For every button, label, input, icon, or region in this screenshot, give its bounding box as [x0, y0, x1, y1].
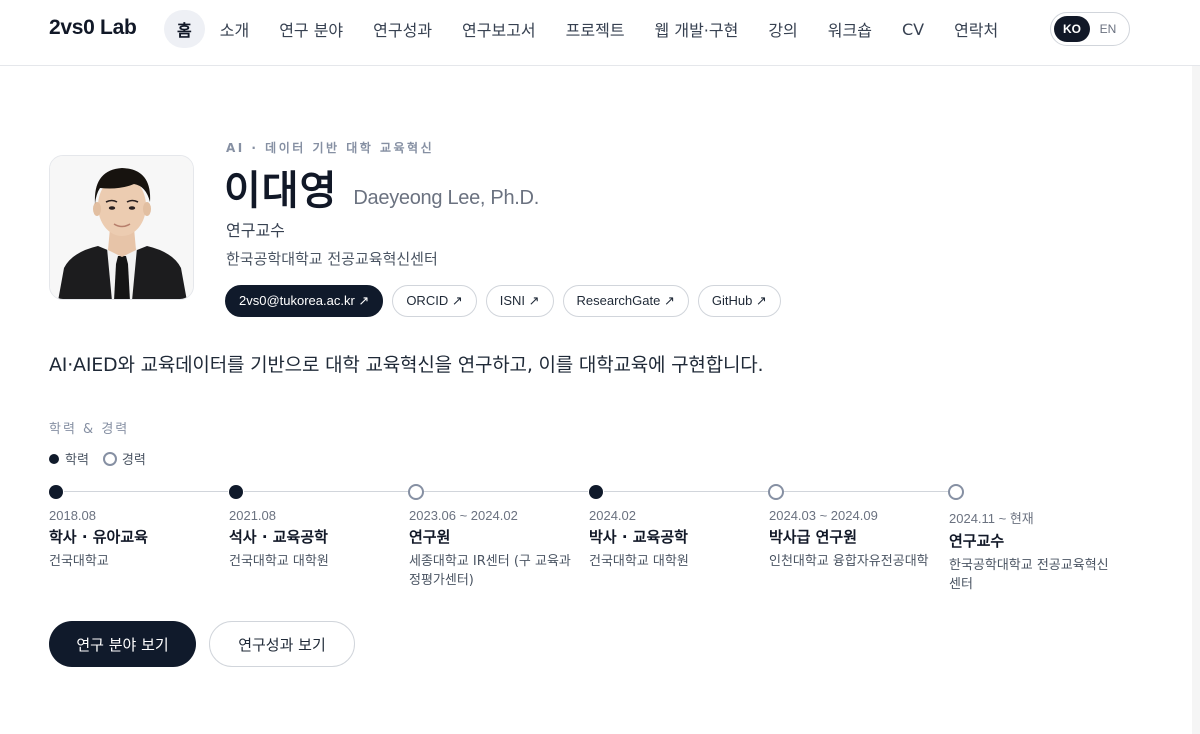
- profile-eyebrow: AI · 데이터 기반 대학 교육혁신: [226, 141, 435, 155]
- timeline-title: 학력 & 경력: [49, 422, 130, 437]
- timeline-legend: 학력 경력: [49, 449, 146, 468]
- lang-en-button[interactable]: EN: [1090, 16, 1126, 42]
- site-logo[interactable]: 2vs0 Lab: [49, 16, 137, 40]
- view-publications-button[interactable]: 연구성과 보기: [209, 621, 355, 667]
- timeline-item: 2024.02 박사 · 교육공학 건국대학교 대학원: [589, 508, 757, 571]
- isni-link[interactable]: ISNI ↗: [485, 285, 554, 317]
- profile-role: 연구교수: [226, 221, 285, 240]
- timeline-heading: 석사 · 교육공학: [229, 528, 328, 546]
- timeline-place: 건국대학교 대학원: [229, 554, 329, 569]
- page-scrollbar[interactable]: [1192, 66, 1200, 734]
- nav-item-contact[interactable]: 연락처: [939, 10, 1013, 48]
- timeline-item: 2024.11 ~ 현재 연구교수 한국공학대학교 전공교육혁신센터: [949, 508, 1117, 594]
- site-header: 2vs0 Lab 홈 소개 연구 분야 연구성과 연구보고서 프로젝트 웹 개발…: [0, 0, 1200, 66]
- name-english: Daeyeong Lee, Ph.D.: [353, 187, 539, 209]
- timeline-place: 세종대학교 IR센터 (구 교육과정평가센터): [409, 554, 571, 588]
- timeline-node-education: [588, 484, 604, 500]
- email-link[interactable]: 2vs0@tukorea.ac.kr ↗: [225, 285, 384, 317]
- researchgate-link[interactable]: ResearchGate ↗: [562, 285, 689, 317]
- orcid-link[interactable]: ORCID ↗: [392, 285, 477, 317]
- timeline-place: 건국대학교 대학원: [589, 554, 689, 569]
- timeline-place: 건국대학교: [49, 554, 109, 569]
- timeline-date: 2024.11 ~ 현재: [949, 511, 1034, 526]
- lead-statement: AI·AIED와 교육데이터를 기반으로 대학 교육혁신을 연구하고, 이를 대…: [49, 354, 764, 376]
- nav-item-publications[interactable]: 연구성과: [358, 10, 447, 48]
- timeline-date: 2021.08: [229, 508, 276, 523]
- nav-item-web-dev[interactable]: 웹 개발·구현: [640, 10, 754, 48]
- timeline-heading: 박사 · 교육공학: [589, 528, 688, 546]
- profile-links: 2vs0@tukorea.ac.kr ↗ ORCID ↗ ISNI ↗ Rese…: [225, 285, 790, 317]
- timeline-node-education: [48, 484, 64, 500]
- timeline-place: 인천대학교 융합자유전공대학: [769, 554, 929, 569]
- timeline-node-career: [768, 484, 784, 500]
- nav-item-reports[interactable]: 연구보고서: [447, 10, 551, 48]
- github-link[interactable]: GitHub ↗: [697, 285, 781, 317]
- timeline-date: 2018.08: [49, 508, 96, 523]
- nav-item-workshops[interactable]: 워크숍: [813, 10, 887, 48]
- timeline-date: 2023.06 ~ 2024.02: [409, 508, 518, 523]
- timeline-item: 2021.08 석사 · 교육공학 건국대학교 대학원: [229, 508, 397, 571]
- nav-item-research-areas[interactable]: 연구 분야: [264, 10, 358, 48]
- timeline-date: 2024.02: [589, 508, 636, 523]
- timeline-item: 2024.03 ~ 2024.09 박사급 연구원 인천대학교 융합자유전공대학: [769, 508, 937, 571]
- profile-affiliation: 한국공학대학교 전공교육혁신센터: [226, 250, 438, 268]
- timeline-heading: 학사 · 유아교육: [49, 528, 148, 546]
- view-research-areas-button[interactable]: 연구 분야 보기: [49, 621, 196, 667]
- nav-item-lectures[interactable]: 강의: [753, 10, 812, 48]
- nav-item-about[interactable]: 소개: [205, 10, 264, 48]
- timeline-node-career: [408, 484, 424, 500]
- timeline-heading: 연구교수: [949, 532, 1005, 550]
- language-toggle: KO EN: [1050, 12, 1130, 46]
- lang-ko-button[interactable]: KO: [1054, 16, 1090, 42]
- timeline-heading: 박사급 연구원: [769, 528, 858, 546]
- profile-photo: [49, 155, 194, 300]
- timeline-node-career: [948, 484, 964, 500]
- legend-education-label: 학력: [65, 453, 89, 468]
- nav-item-home[interactable]: 홈: [164, 10, 205, 48]
- timeline-date: 2024.03 ~ 2024.09: [769, 508, 878, 523]
- profile-name: 이대영 Daeyeong Lee, Ph.D.: [224, 158, 539, 216]
- nav-item-projects[interactable]: 프로젝트: [551, 10, 640, 48]
- profile-portrait-image: [50, 156, 193, 299]
- main-nav: 홈 소개 연구 분야 연구성과 연구보고서 프로젝트 웹 개발·구현 강의 워크…: [164, 10, 1013, 48]
- timeline-item: 2018.08 학사 · 유아교육 건국대학교: [49, 508, 217, 571]
- name-korean: 이대영: [224, 168, 338, 214]
- timeline-item: 2023.06 ~ 2024.02 연구원 세종대학교 IR센터 (구 교육과정…: [409, 508, 577, 590]
- timeline-place: 한국공학대학교 전공교육혁신센터: [949, 558, 1109, 592]
- timeline-heading: 연구원: [409, 528, 451, 546]
- nav-item-cv[interactable]: CV: [887, 10, 939, 48]
- legend-career-label: 경력: [121, 453, 146, 468]
- hollow-circle-icon: [102, 451, 117, 466]
- timeline-line: [56, 491, 956, 492]
- filled-circle-icon: [49, 453, 59, 464]
- timeline-node-education: [228, 484, 244, 500]
